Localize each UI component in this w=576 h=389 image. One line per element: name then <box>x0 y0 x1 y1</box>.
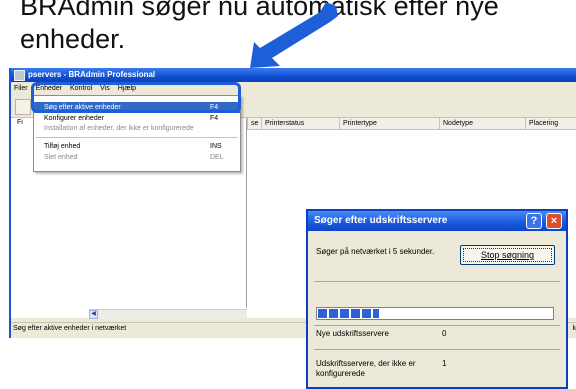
help-icon[interactable]: ? <box>526 213 542 229</box>
menu-item-delete-device[interactable]: Slet enhed DEL <box>34 152 240 163</box>
column-header: se Printerstatus Printertype Nodetype Pl… <box>247 118 576 130</box>
menu-item-label: Installation af enheder, der ikke er kon… <box>44 125 194 132</box>
status-suffix: k <box>572 325 576 332</box>
column-node-type[interactable]: Nodetype <box>439 118 525 129</box>
menu-item-shortcut: DEL <box>210 154 224 161</box>
window-title: pservers - BRAdmin Professional <box>28 70 156 79</box>
app-icon <box>14 70 25 81</box>
column-printer-status[interactable]: Printerstatus <box>261 118 339 129</box>
menu-item-label: Slet enhed <box>44 154 78 161</box>
menu-control[interactable]: Kontrol <box>67 82 95 95</box>
menu-item-label: Søg efter aktive enheder <box>44 104 121 111</box>
new-servers-count: 0 <box>442 329 447 338</box>
new-servers-label: Nye udskriftsservere <box>316 329 389 338</box>
menu-item-install-unconfigured[interactable]: Installation af enheder, der ikke er kon… <box>34 123 240 134</box>
dialog-divider <box>314 281 560 282</box>
progress-fill <box>318 309 380 318</box>
status-text: Søg efter aktive enheder i netværket <box>13 325 127 332</box>
stop-search-button[interactable]: Stop søgning <box>460 245 555 265</box>
dialog-divider <box>314 325 560 326</box>
menu-item-shortcut: F4 <box>210 104 219 111</box>
menu-bar: Filer Enheder Kontrol Vis Hjælp <box>11 82 576 95</box>
toolbar-button[interactable] <box>15 99 31 115</box>
tree-item[interactable]: Fi <box>17 119 23 126</box>
column-location[interactable]: Placering <box>525 118 576 129</box>
menu-item-add-device[interactable]: Tilføj enhed INS <box>34 141 240 152</box>
menu-item-label: Tilføj enhed <box>44 143 81 150</box>
column-printer-type[interactable]: Printertype <box>339 118 439 129</box>
horizontal-scrollbar[interactable]: ◀ <box>89 309 247 319</box>
unconfigured-servers-count: 1 <box>442 359 447 368</box>
column-ip-address[interactable]: se <box>247 118 261 129</box>
menu-view[interactable]: Vis <box>97 82 113 95</box>
search-progress-bar <box>316 307 554 320</box>
window-titlebar: pservers - BRAdmin Professional <box>11 68 576 82</box>
search-dialog: Søger efter udskriftsservere ? × Søger p… <box>306 209 568 389</box>
scroll-left-icon[interactable]: ◀ <box>89 310 98 319</box>
menu-devices[interactable]: Enheder <box>33 82 65 95</box>
dialog-divider <box>314 349 560 350</box>
menu-separator <box>36 137 238 138</box>
menu-help[interactable]: Hjælp <box>115 82 139 95</box>
search-status-text: Søger på netværket i 5 sekunder. <box>316 247 435 256</box>
close-icon[interactable]: × <box>546 213 562 229</box>
menu-file[interactable]: Filer <box>11 82 31 95</box>
devices-menu: Søg efter aktive enheder F4 Konfigurer e… <box>33 95 241 172</box>
menu-item-shortcut: INS <box>210 143 222 150</box>
pointer-arrow-icon <box>250 2 338 68</box>
unconfigured-servers-label: Udskriftsservere, der ikke er konfigurer… <box>316 359 416 378</box>
menu-item-search-devices[interactable]: Søg efter aktive enheder F4 <box>34 102 240 113</box>
